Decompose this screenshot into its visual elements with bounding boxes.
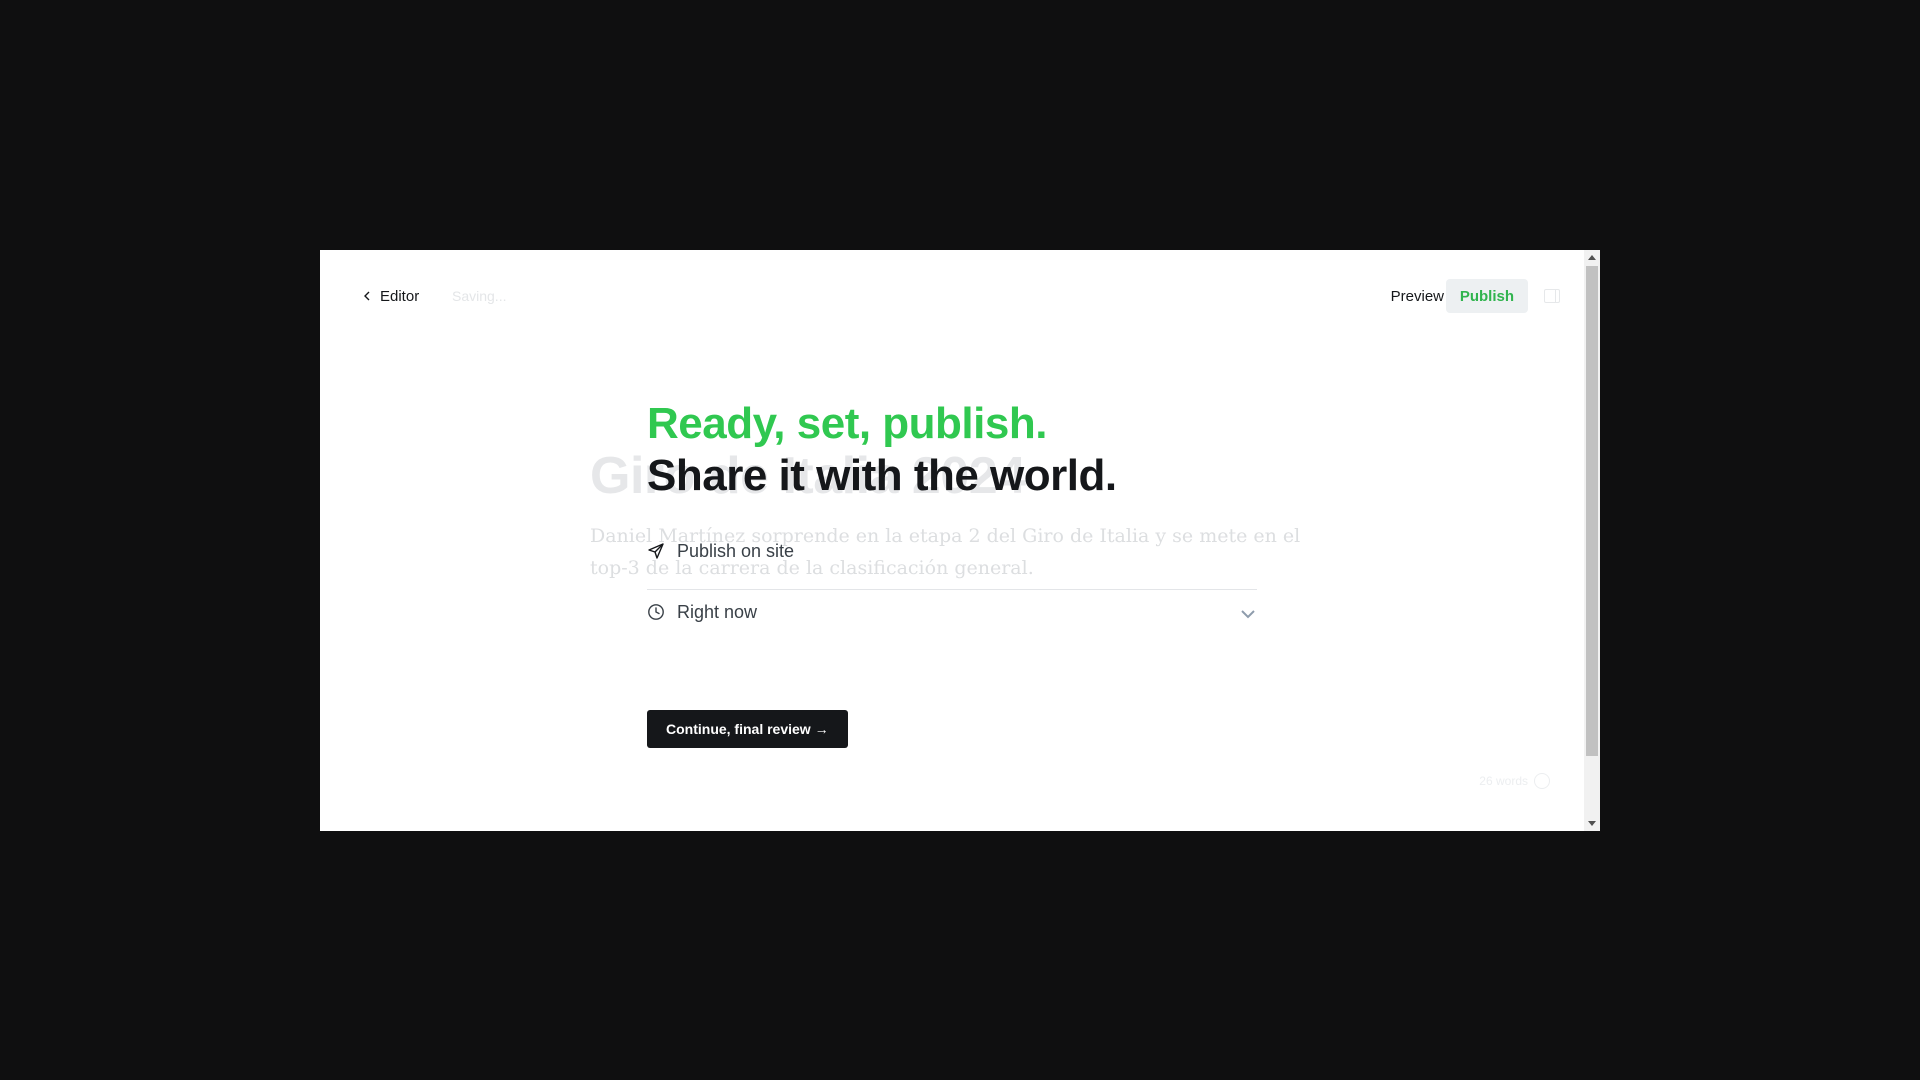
schedule-option-label: Right now: [677, 601, 758, 622]
continue-final-review-button[interactable]: Continue, final review →: [647, 710, 848, 748]
chevron-down-icon: [1241, 610, 1255, 619]
headline-line-1: Ready, set, publish.: [647, 399, 1047, 448]
sidebar-toggle-icon[interactable]: [1544, 289, 1560, 303]
scroll-thumb[interactable]: [1586, 266, 1598, 756]
publish-window: Giro de Italia 2024 Daniel Martínez sorp…: [320, 250, 1600, 831]
scroll-down-arrow-icon[interactable]: [1588, 821, 1596, 826]
topbar: Editor Saving... Preview Publish: [320, 250, 1584, 346]
back-to-editor-button[interactable]: Editor: [362, 282, 419, 310]
scroll-up-arrow-icon[interactable]: [1588, 255, 1596, 260]
back-label: Editor: [380, 287, 420, 305]
publish-option-label: Publish on site: [677, 540, 795, 561]
send-icon: [648, 543, 664, 559]
scrollbar[interactable]: [1584, 250, 1600, 831]
headline-line-2: Share it with the world.: [647, 451, 1117, 500]
word-count: 26 words: [1479, 774, 1528, 788]
schedule-option[interactable]: Right now: [647, 585, 1257, 639]
saving-status: Saving...: [452, 288, 507, 304]
help-icon[interactable]: [1534, 773, 1550, 789]
publish-on-site-option[interactable]: Publish on site: [647, 536, 1257, 566]
chevron-left-icon: [364, 291, 370, 301]
publish-headline: Ready, set, publish. Share it with the w…: [647, 398, 1117, 502]
publish-button[interactable]: Publish: [1445, 279, 1528, 313]
clock-icon: [648, 604, 664, 620]
